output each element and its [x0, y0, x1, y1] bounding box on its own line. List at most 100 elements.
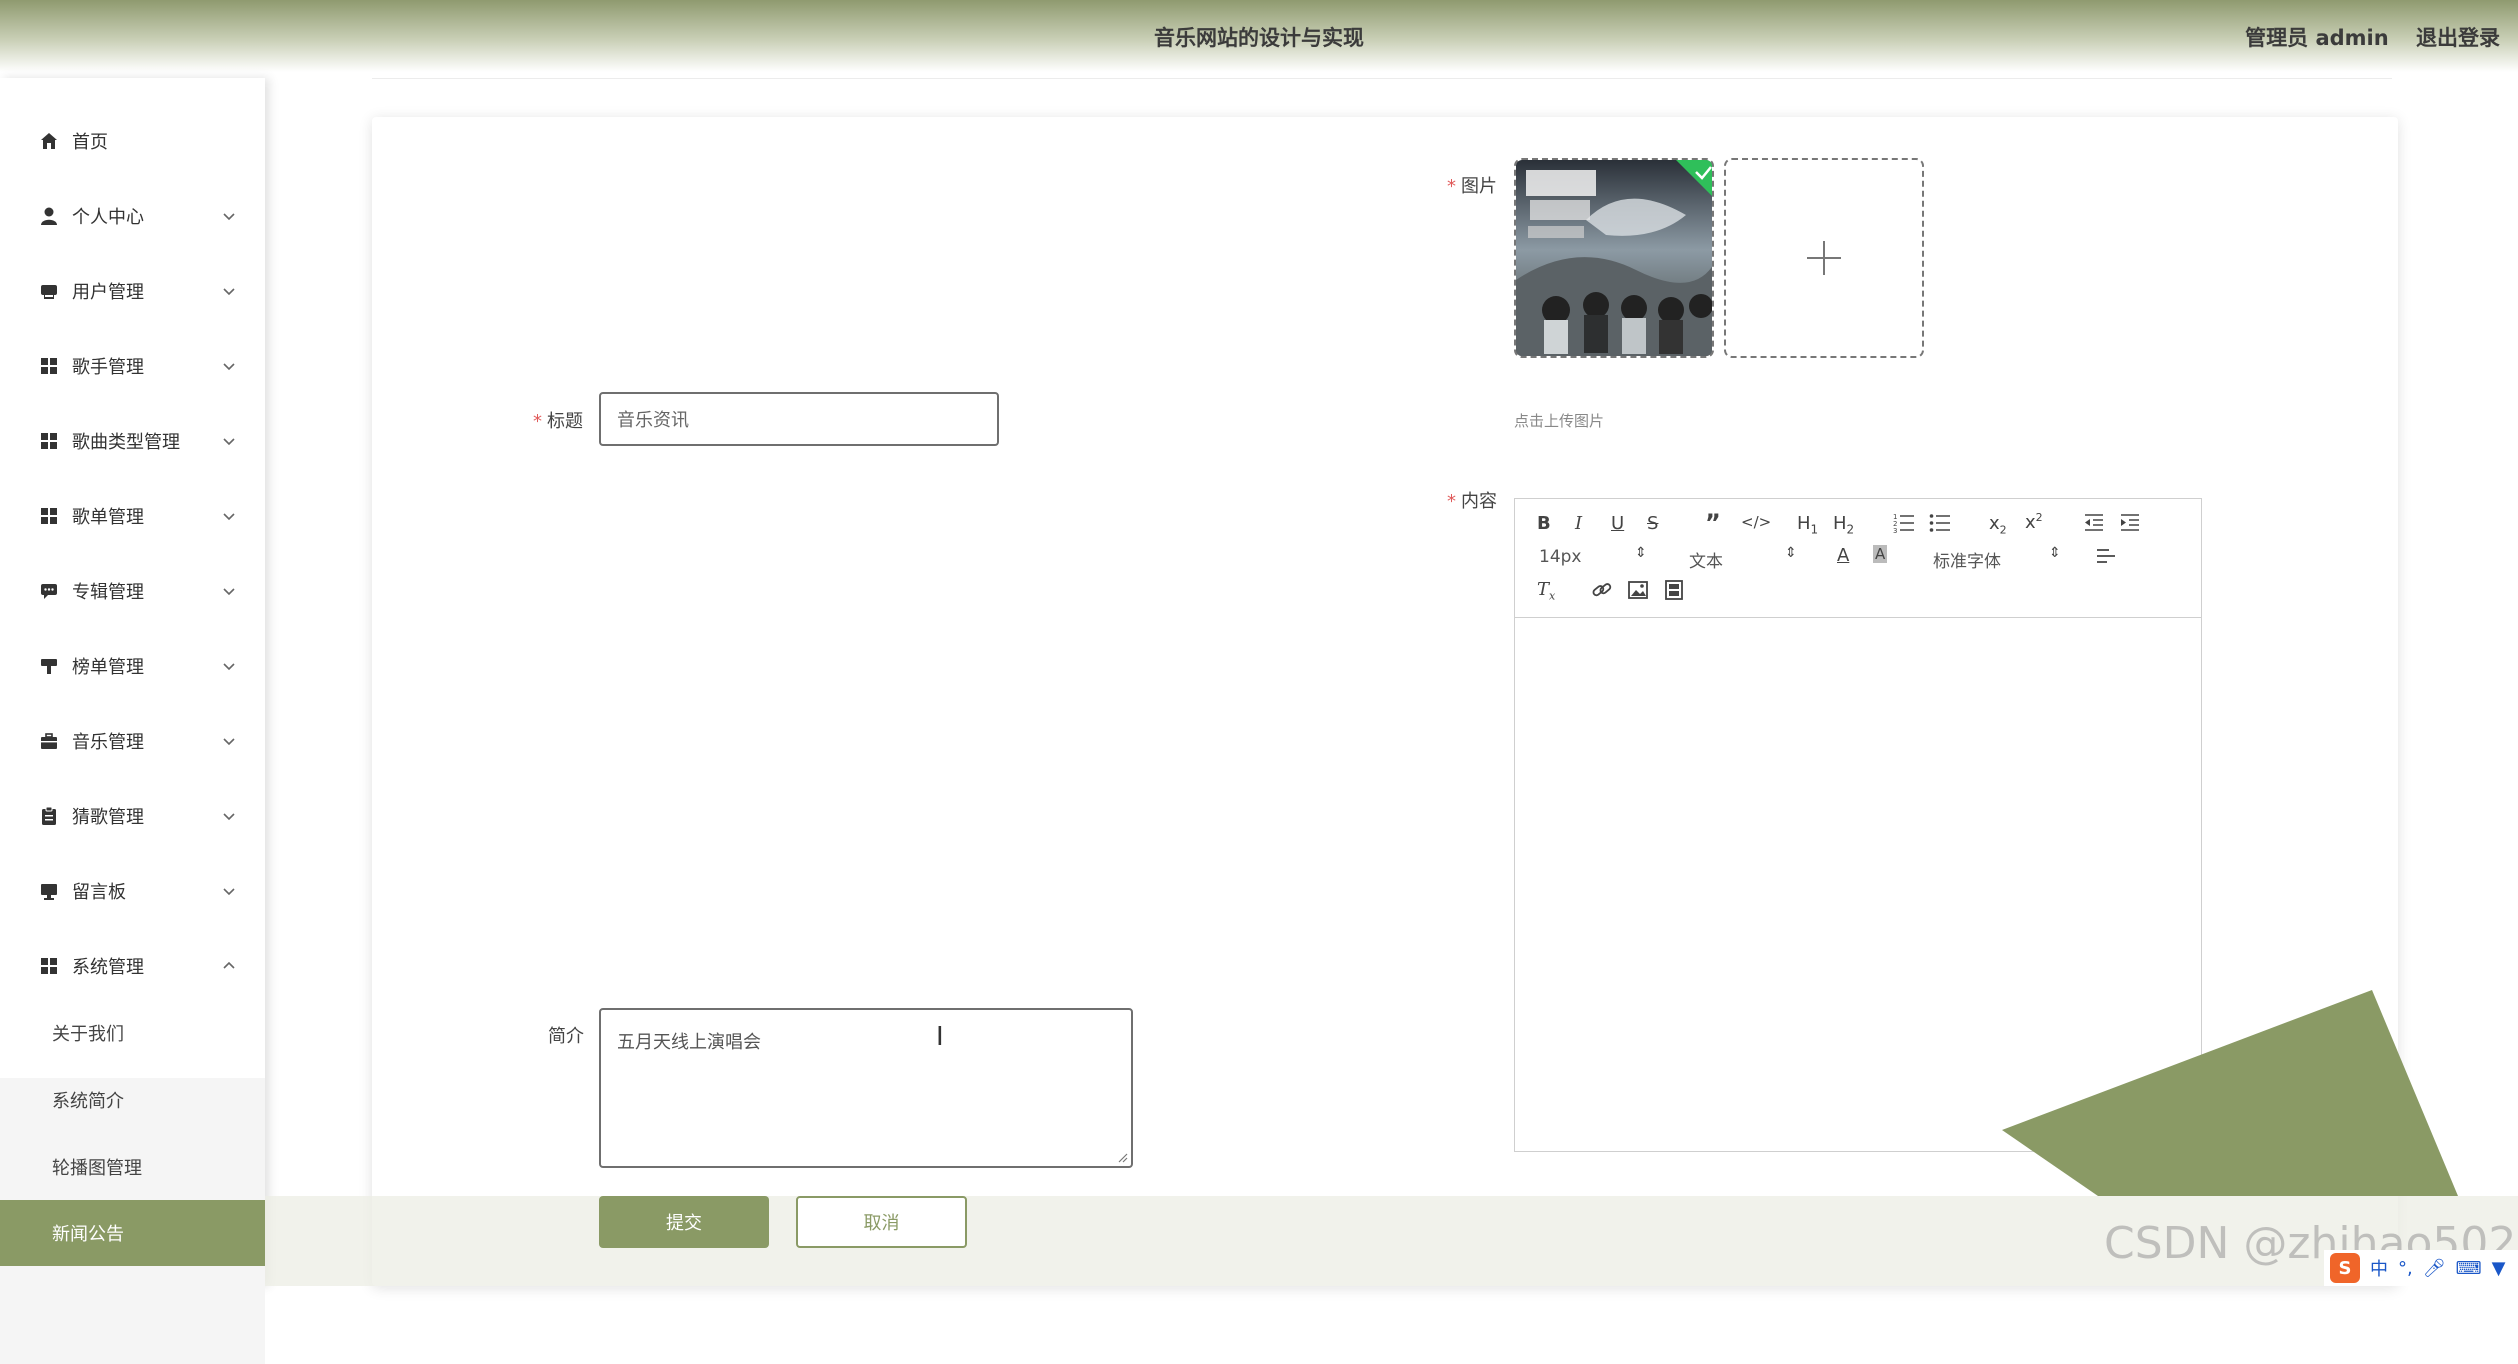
- top-header: 音乐网站的设计与实现 管理员 admin 退出登录: [0, 0, 2518, 72]
- sidebar-item-label: 留言板: [72, 882, 126, 903]
- submenu-item-intro[interactable]: 系统简介: [0, 1067, 265, 1133]
- bold-button[interactable]: B: [1537, 513, 1551, 534]
- sidebar-item-label: 歌单管理: [72, 507, 144, 528]
- video-icon[interactable]: [1663, 579, 1685, 606]
- submenu-item-news[interactable]: 新闻公告: [0, 1200, 265, 1266]
- keyboard-icon: ⌨: [2455, 1257, 2482, 1279]
- chevron-down-icon: [223, 663, 235, 671]
- editor-content-area[interactable]: [1515, 618, 2201, 1151]
- cancel-button[interactable]: 取消: [796, 1196, 967, 1248]
- sidebar-item-label: 专辑管理: [72, 582, 144, 603]
- message-icon: [38, 580, 60, 602]
- resize-handle-icon[interactable]: [1118, 1153, 1128, 1163]
- sidebar-item-albums[interactable]: 专辑管理: [0, 561, 265, 621]
- divider: [372, 78, 2392, 79]
- sidebar-item-label: 音乐管理: [72, 732, 144, 753]
- add-image-button[interactable]: [1724, 158, 1924, 358]
- microphone-icon: 🎤︎: [2422, 1257, 2446, 1279]
- submenu-item-about[interactable]: 关于我们: [0, 1000, 265, 1066]
- bullet-list-icon[interactable]: [1929, 511, 1951, 538]
- chevron-down-icon: [223, 363, 235, 371]
- intro-text: 五月天线上演唱会: [617, 1032, 761, 1053]
- briefcase-icon: [38, 730, 60, 752]
- image-icon[interactable]: [1627, 579, 1649, 606]
- svg-text:3: 3: [1893, 527, 1897, 533]
- clipboard-icon: [38, 805, 60, 827]
- chevron-down-icon: [223, 888, 235, 896]
- heading1-button[interactable]: H1: [1797, 513, 1818, 537]
- underline-button[interactable]: U: [1611, 513, 1624, 534]
- chevron-down-icon: [223, 513, 235, 521]
- sidebar-item-message-board[interactable]: 留言板: [0, 861, 265, 921]
- select-arrows-icon: ⇕: [2049, 545, 2061, 561]
- link-icon[interactable]: [1591, 579, 1613, 606]
- sidebar-item-label: 个人中心: [72, 207, 144, 228]
- font-color-button[interactable]: A: [1837, 545, 1849, 566]
- sidebar-item-label: 歌手管理: [72, 357, 144, 378]
- site-title: 音乐网站的设计与实现: [1154, 26, 1364, 50]
- submenu-item-carousel[interactable]: 轮播图管理: [0, 1134, 265, 1200]
- sidebar-item-guess-song[interactable]: 猜歌管理: [0, 786, 265, 846]
- home-icon: [38, 130, 60, 152]
- sidebar-item-playlists[interactable]: 歌单管理: [0, 486, 265, 546]
- italic-button[interactable]: I: [1575, 513, 1582, 534]
- sidebar-item-charts[interactable]: 榜单管理: [0, 636, 265, 696]
- content-label: * 内容: [1447, 491, 1497, 512]
- sidebar-item-home[interactable]: 首页: [0, 111, 265, 171]
- sidebar-item-label: 榜单管理: [72, 657, 144, 678]
- sidebar-item-profile[interactable]: 个人中心: [0, 186, 265, 246]
- grid-icon: [38, 955, 60, 977]
- title-input[interactable]: 音乐资讯: [599, 392, 999, 446]
- sidebar-item-system[interactable]: 系统管理: [0, 936, 265, 996]
- sidebar-item-label: 系统管理: [72, 957, 144, 978]
- chevron-up-icon: [223, 961, 235, 969]
- outdent-icon[interactable]: [2083, 511, 2105, 538]
- user-area: 管理员 admin 退出登录: [2245, 22, 2500, 52]
- sidebar-item-singers[interactable]: 歌手管理: [0, 336, 265, 396]
- album-cover-image: [1516, 160, 1712, 356]
- admin-user-label: 管理员 admin: [2245, 26, 2389, 50]
- chevron-down-icon: [223, 288, 235, 296]
- select-arrows-icon: ⇕: [1635, 545, 1647, 561]
- chevron-down-icon: [223, 738, 235, 746]
- superscript-button[interactable]: x2: [2025, 511, 2043, 533]
- sidebar-item-label: 歌曲类型管理: [72, 432, 180, 453]
- hammer-icon: [38, 655, 60, 677]
- sidebar-item-users[interactable]: 用户管理: [0, 261, 265, 321]
- uploaded-image-thumbnail[interactable]: [1514, 158, 1714, 358]
- submit-button[interactable]: 提交: [599, 1196, 769, 1248]
- sidebar-item-music[interactable]: 音乐管理: [0, 711, 265, 771]
- intro-label: 简介: [548, 1026, 584, 1047]
- font-size-select[interactable]: 14px: [1539, 547, 1581, 567]
- intro-textarea[interactable]: 五月天线上演唱会: [599, 1008, 1133, 1168]
- header-select[interactable]: 文本: [1689, 547, 1723, 572]
- grid-icon: [38, 505, 60, 527]
- sidebar-item-label: 用户管理: [72, 282, 144, 303]
- chevron-down-icon: [223, 813, 235, 821]
- select-arrows-icon: ⇕: [1785, 545, 1797, 561]
- sidebar-item-label: 猜歌管理: [72, 807, 144, 828]
- logout-link[interactable]: 退出登录: [2416, 26, 2500, 50]
- image-label: * 图片: [1447, 176, 1497, 197]
- strike-button[interactable]: S: [1647, 513, 1658, 534]
- monitor-icon: [38, 880, 60, 902]
- align-icon[interactable]: [2095, 545, 2117, 572]
- ime-mode-label: 中: [2370, 1259, 2388, 1280]
- indent-icon[interactable]: [2119, 511, 2141, 538]
- blockquote-icon[interactable]: ”: [1705, 509, 1721, 537]
- sogou-logo-icon: S: [2330, 1253, 2360, 1283]
- chevron-down-icon: [223, 588, 235, 596]
- font-family-select[interactable]: 标准字体: [1933, 547, 2001, 572]
- subscript-button[interactable]: x2: [1989, 513, 2007, 537]
- clear-format-button[interactable]: Tx: [1537, 579, 1555, 603]
- sidebar-item-song-types[interactable]: 歌曲类型管理: [0, 411, 265, 471]
- sidebar-item-label: 首页: [72, 132, 108, 153]
- grid-icon: [38, 430, 60, 452]
- background-color-button[interactable]: A: [1873, 545, 1888, 563]
- code-block-icon[interactable]: </>: [1741, 513, 1771, 531]
- ime-toolbar[interactable]: S 中 °, 🎤︎ ⌨ ▼: [2324, 1250, 2518, 1286]
- shirt-icon: ▼: [2491, 1257, 2506, 1279]
- sidebar: 首页 个人中心 用户管理 歌手管理 歌曲类型管理 歌单管理 专辑管理 榜单管理 …: [0, 78, 265, 1364]
- ordered-list-icon[interactable]: 123: [1893, 511, 1915, 538]
- heading2-button[interactable]: H2: [1833, 513, 1854, 537]
